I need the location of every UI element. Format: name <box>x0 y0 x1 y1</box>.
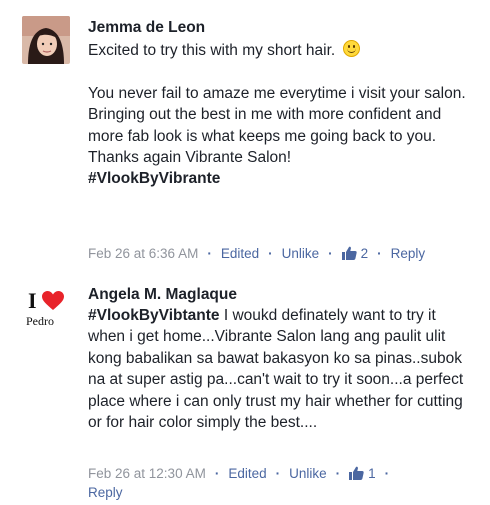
timestamp[interactable]: Feb 26 at 6:36 AM <box>88 246 198 261</box>
comment-author[interactable]: Jemma de Leon <box>88 19 205 37</box>
comment-text-line: Excited to try this with my short hair. <box>88 42 336 59</box>
edited-link[interactable]: Edited <box>221 246 259 261</box>
avatar-logo-letter: I <box>28 288 37 313</box>
unlike-button[interactable]: Unlike <box>289 466 327 481</box>
like-count[interactable]: 2 <box>341 246 368 261</box>
smiley-emoji-icon <box>342 40 360 57</box>
thumbs-up-icon <box>349 466 364 480</box>
comment-meta: Feb 26 at 12:30 AM · Edited · Unlike · 1 · Reply <box>88 464 468 502</box>
comment-paragraph: Thanks again Vibrante Salon! <box>88 149 292 167</box>
comment-author[interactable]: Angela M. Maglaque <box>88 286 237 304</box>
comment-meta: Feb 26 at 6:36 AM · Edited · Unlike · 2 · Reply <box>88 246 425 261</box>
reply-button[interactable]: Reply <box>391 246 426 261</box>
separator-dot: · <box>384 466 390 481</box>
edited-link[interactable]: Edited <box>228 466 266 481</box>
reply-button[interactable]: Reply <box>88 485 123 500</box>
avatar-logo: I Pedro <box>22 288 70 336</box>
comment-text: I woukd definately want to try it when i… <box>88 307 464 432</box>
avatar[interactable]: I Pedro <box>22 288 70 336</box>
comment-paragraph: Bringing out the best in me with more co… <box>88 106 442 145</box>
separator-dot: · <box>207 246 212 261</box>
heart-icon <box>42 291 64 310</box>
hashtag-link[interactable]: #VlookByVibrante <box>88 168 473 189</box>
avatar[interactable] <box>22 16 70 64</box>
separator-dot: · <box>335 466 341 481</box>
comment-body: Excited to try this with my short hair. … <box>88 40 473 190</box>
separator-dot: · <box>275 466 281 481</box>
separator-dot: · <box>377 246 382 261</box>
separator-dot: · <box>328 246 333 261</box>
separator-dot: · <box>214 466 220 481</box>
comment-body: #VlookByVibtante I woukd definately want… <box>88 305 468 433</box>
comment-paragraph: You never fail to amaze me everytime i v… <box>88 84 466 102</box>
avatar-logo-word: Pedro <box>26 314 54 328</box>
timestamp[interactable]: Feb 26 at 12:30 AM <box>88 466 206 481</box>
thumbs-up-icon <box>341 246 357 260</box>
hashtag-link[interactable]: #VlookByVibtante <box>88 307 220 324</box>
like-count[interactable]: 1 <box>349 466 376 481</box>
separator-dot: · <box>268 246 273 261</box>
unlike-button[interactable]: Unlike <box>282 246 320 261</box>
profile-photo <box>22 16 70 64</box>
